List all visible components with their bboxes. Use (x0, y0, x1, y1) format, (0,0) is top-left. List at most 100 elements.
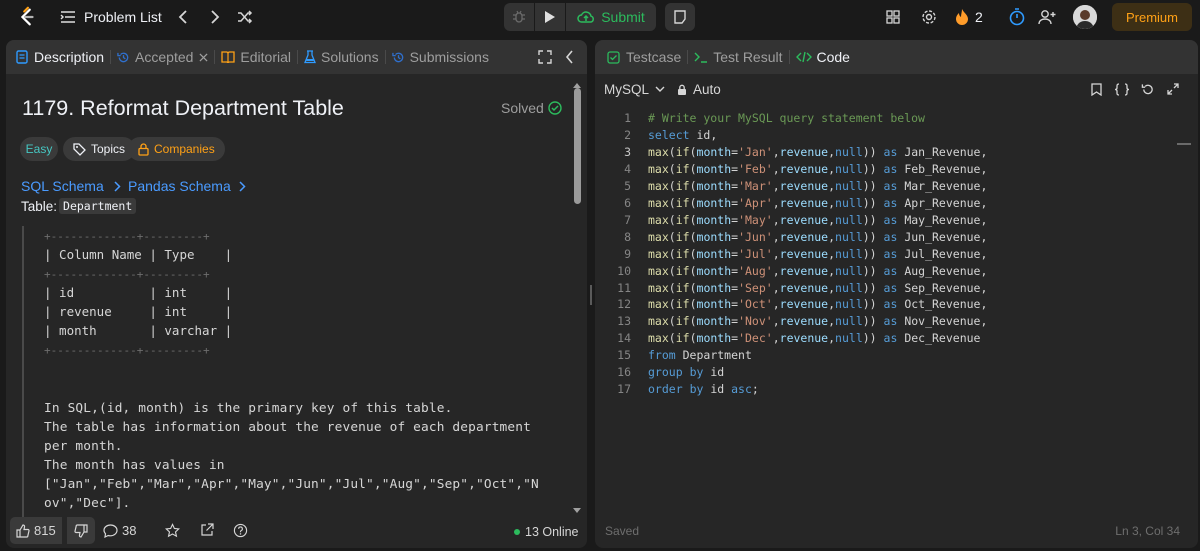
timer-icon[interactable] (1007, 7, 1027, 27)
tab-testcase[interactable]: Testcase (595, 40, 687, 74)
bookmark-icon[interactable] (1091, 83, 1102, 96)
tab-solutions[interactable]: Solutions (298, 40, 385, 74)
code-text: group by id (648, 365, 725, 380)
tab-accepted[interactable]: Accepted (111, 40, 214, 74)
lock-icon (677, 84, 687, 96)
line-number: 5 (624, 178, 631, 193)
chevron-down-icon (655, 86, 665, 93)
editor-toolbar: MySQL Auto (595, 74, 1198, 104)
comment-count: 38 (122, 523, 137, 538)
layout-icon[interactable] (884, 8, 902, 26)
code-text: from Department (648, 348, 752, 363)
code-text: max(if(month='Apr',revenue,null)) as Apr… (648, 195, 988, 210)
next-problem-icon[interactable] (207, 8, 223, 26)
tab-submissions-label: Submissions (409, 49, 489, 65)
schema-line: | month | varchar | (44, 323, 233, 338)
shuffle-icon[interactable] (236, 8, 254, 26)
problem-list-button[interactable]: Problem List (60, 6, 162, 28)
check-circle-icon (548, 101, 562, 115)
code-text: max(if(month='Dec',revenue,null)) as Dec… (648, 331, 981, 346)
collapse-panel-icon[interactable] (565, 50, 574, 64)
tab-description[interactable]: Description (6, 40, 110, 74)
line-number: 3 (624, 144, 631, 159)
cloud-upload-icon (577, 10, 595, 24)
notes-button[interactable] (665, 3, 695, 31)
code-text: max(if(month='Mar',revenue,null)) as Mar… (648, 178, 988, 193)
description-line: ["Jan","Feb","Mar","Apr","May","Jun","Ju… (44, 477, 539, 492)
table-label: Table: (21, 198, 58, 214)
note-icon (673, 10, 687, 24)
pandas-schema-link[interactable]: Pandas Schema (128, 178, 246, 194)
code-text: max(if(month='Feb',revenue,null)) as Feb… (648, 161, 988, 176)
language-select[interactable]: MySQL (604, 82, 665, 97)
tab-solutions-label: Solutions (321, 49, 379, 65)
line-number: 1 (624, 111, 631, 125)
submit-button[interactable]: Submit (566, 3, 656, 31)
online-dot (514, 529, 520, 535)
code-text: max(if(month='Sep',revenue,null)) as Sep… (648, 280, 988, 295)
description-line: per month. (44, 439, 123, 454)
online-indicator: 13 Online (514, 525, 579, 539)
share-icon[interactable] (200, 523, 214, 537)
code-text: # Write your MySQL query statement below (648, 111, 925, 125)
scrollbar-up-icon[interactable] (572, 76, 582, 88)
table-name-code: Department (59, 198, 137, 214)
panel-splitter[interactable] (589, 285, 593, 305)
fire-icon (955, 8, 969, 26)
run-button[interactable] (535, 3, 565, 31)
reset-icon[interactable] (1141, 83, 1154, 96)
auto-mode[interactable]: Auto (677, 82, 721, 97)
code-text: max(if(month='May',revenue,null)) as May… (648, 212, 988, 227)
description-line: In SQL,(id, month) is the primary key of… (44, 401, 453, 416)
prev-problem-icon[interactable] (175, 8, 191, 26)
thumbs-down-icon (74, 523, 88, 538)
companies-label: Companies (154, 142, 215, 156)
problem-list-label: Problem List (84, 9, 162, 25)
comments-button[interactable]: 38 (103, 523, 136, 538)
schema-line: +-------------+---------+ (44, 268, 210, 281)
premium-label: Premium (1125, 9, 1178, 25)
scrollbar-down-icon[interactable] (572, 502, 582, 513)
topics-button[interactable]: Topics (63, 137, 136, 161)
tab-editorial[interactable]: Editorial (215, 40, 297, 74)
close-icon[interactable] (199, 52, 208, 62)
help-icon[interactable] (233, 523, 248, 538)
auto-label: Auto (693, 82, 721, 97)
schema-line: | id | int | (44, 285, 233, 300)
tab-submissions[interactable]: Submissions (386, 40, 495, 74)
settings-gear-icon[interactable] (920, 8, 938, 26)
tab-test-result[interactable]: Test Result (688, 40, 788, 74)
line-number: 11 (617, 280, 631, 295)
sql-schema-link[interactable]: SQL Schema (21, 178, 121, 194)
premium-button[interactable]: Premium (1112, 3, 1192, 31)
scrollbar-thumb[interactable] (574, 88, 581, 204)
difficulty-badge: Easy (20, 137, 58, 161)
history-icon (391, 51, 405, 64)
expand-icon[interactable] (538, 50, 552, 64)
star-icon[interactable] (165, 523, 180, 538)
code-text: max(if(month='Oct',revenue,null)) as Oct… (648, 297, 988, 312)
leetcode-logo-icon[interactable] (14, 5, 40, 29)
chevron-right-icon (239, 180, 246, 192)
list-icon (60, 10, 76, 24)
line-number: 12 (617, 297, 631, 312)
companies-button[interactable]: Companies (128, 137, 225, 161)
bug-icon (511, 9, 527, 25)
tab-code-label: Code (816, 49, 850, 65)
code-text: max(if(month='Nov',revenue,null)) as Nov… (648, 314, 988, 329)
streak-counter[interactable]: 2 (955, 7, 983, 27)
avatar[interactable] (1073, 5, 1097, 29)
debug-button[interactable] (504, 3, 534, 31)
code-editor[interactable]: 1 # Write your MySQL query statement belo… (595, 110, 1198, 510)
top-bar: Problem List Submit 2 Premium (0, 0, 1200, 34)
tab-code[interactable]: Code (790, 40, 856, 74)
line-number: 2 (624, 127, 631, 142)
line-number: 17 (617, 382, 631, 397)
code-text: order by id asc; (648, 382, 759, 397)
fullscreen-icon[interactable] (1167, 83, 1179, 95)
dislike-button[interactable] (67, 517, 95, 544)
difficulty-label: Easy (25, 142, 53, 156)
add-friend-icon[interactable] (1037, 7, 1057, 27)
format-braces-icon[interactable] (1114, 83, 1130, 96)
like-button[interactable]: 815 (10, 517, 62, 544)
